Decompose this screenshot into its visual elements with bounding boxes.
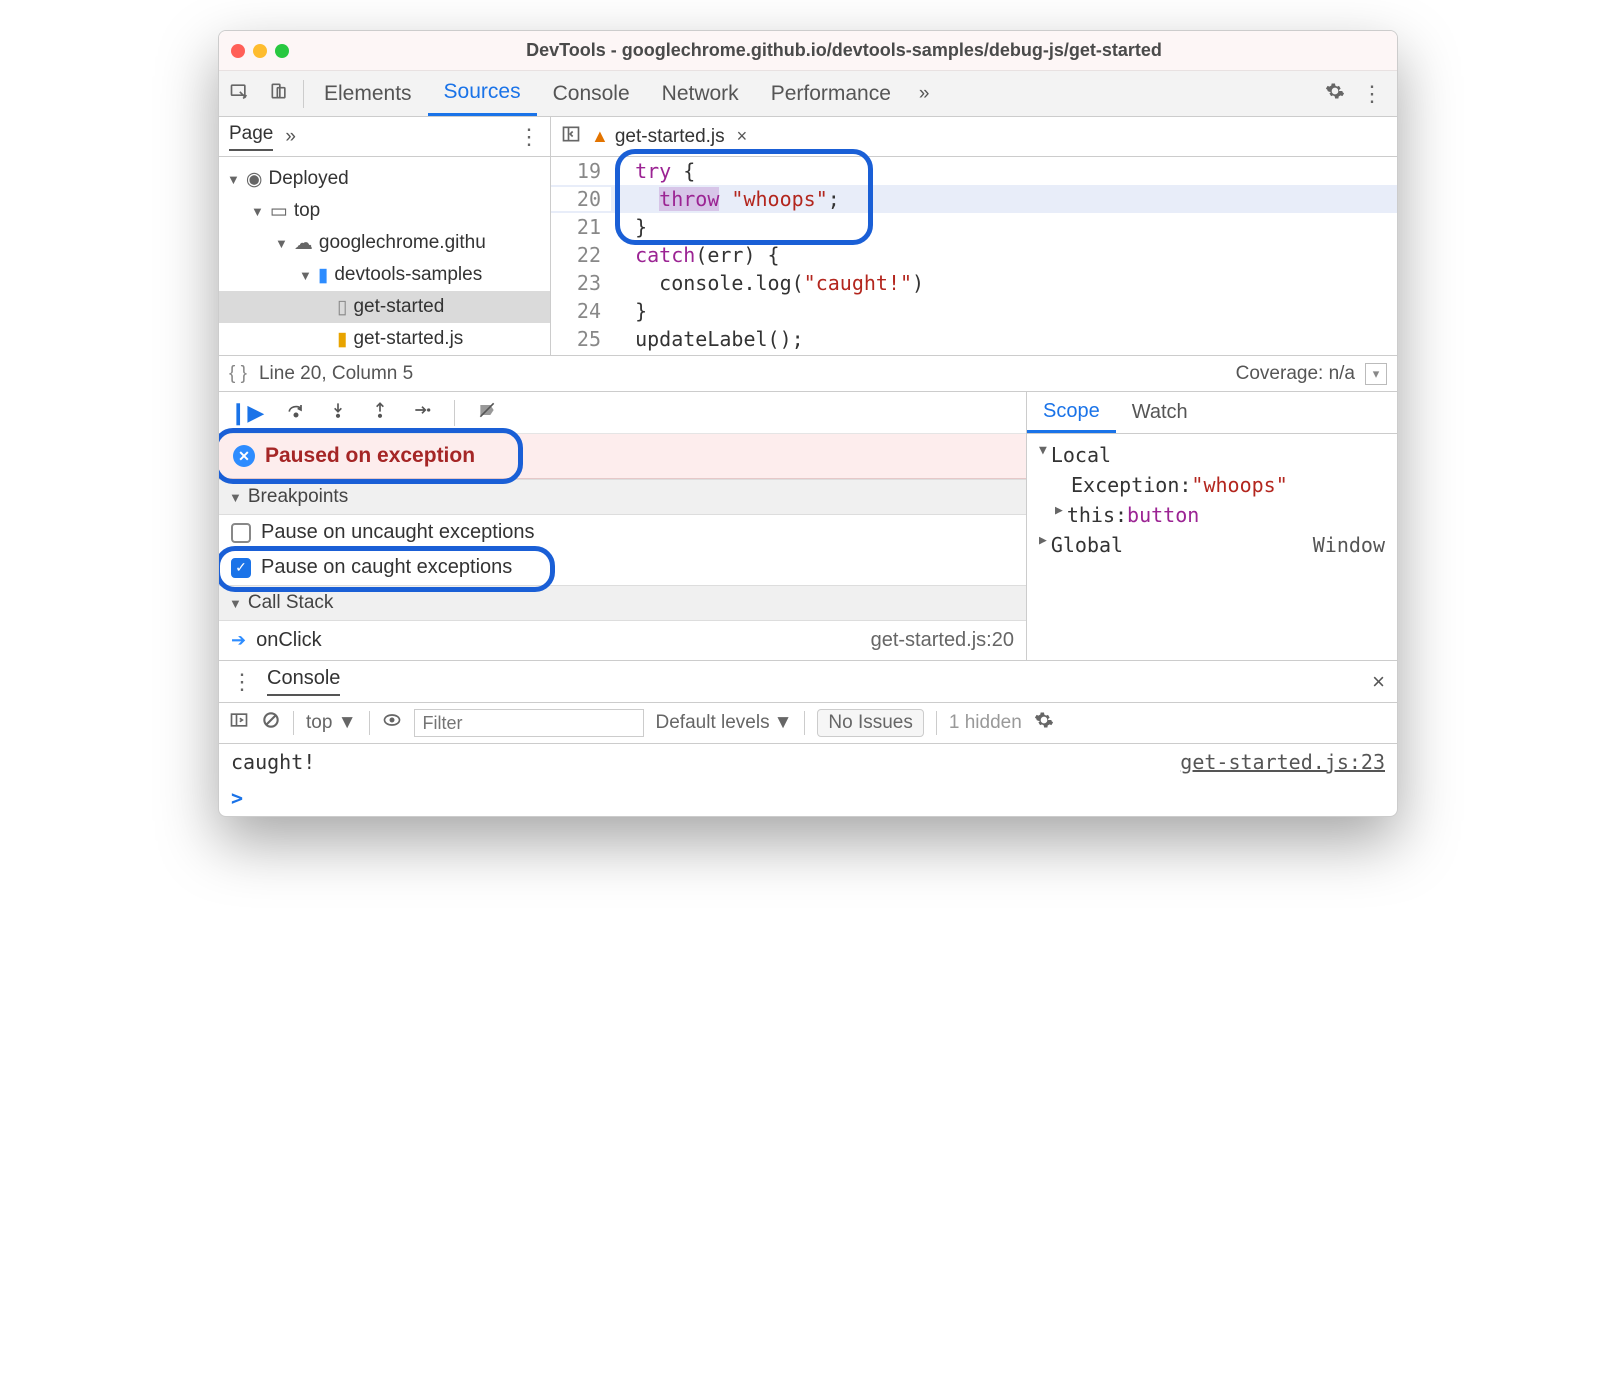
pretty-print-icon[interactable]: { } [229,363,247,385]
maximize-window-button[interactable] [275,44,289,58]
tab-elements[interactable]: Elements [308,71,428,116]
subheader-row: Page » ⋮ ▲ get-started.js × [219,117,1397,157]
live-expression-icon[interactable] [382,710,402,736]
deactivate-breakpoints-icon[interactable] [477,400,497,426]
navigator-menu-icon[interactable]: ⋮ [518,124,540,150]
paused-icon: ✕ [233,445,255,467]
editor-header: ▲ get-started.js × [551,117,1397,157]
paused-text: Paused on exception [265,444,475,468]
step-icon[interactable] [412,400,432,426]
callstack-frame[interactable]: ➔ onClick get-started.js:20 [219,621,1026,660]
debugger-row: ❙▶ ✕ Paused on exception ▼Breakpoints Pa… [219,391,1397,660]
console-toolbar: top ▼ Default levels ▼ No Issues 1 hidde… [219,702,1397,744]
tree-file-js[interactable]: ▮get-started.js [219,323,550,355]
tree-domain[interactable]: ▼☁googlechrome.githu [219,227,550,259]
separator [454,400,455,426]
console-log-row: caught! get-started.js:23 [219,744,1397,780]
file-tab-name: get-started.js [615,126,725,148]
console-output: caught! get-started.js:23 > [219,744,1397,816]
console-log-source[interactable]: get-started.js:23 [1180,750,1385,774]
context-selector[interactable]: top ▼ [306,712,357,734]
issues-button[interactable]: No Issues [817,709,923,737]
breakpoints-header[interactable]: ▼Breakpoints [219,479,1026,515]
step-over-icon[interactable] [286,400,306,426]
console-drawer-tab[interactable]: Console [267,667,340,696]
main-area: ▼◉Deployed ▼▭top ▼☁googlechrome.githu ▼▮… [219,157,1397,355]
console-settings-icon[interactable] [1034,710,1054,736]
tree-file-html[interactable]: ▯get-started [219,291,550,323]
status-dropdown-icon[interactable]: ▾ [1365,363,1387,385]
file-tab[interactable]: ▲ get-started.js × [591,126,747,148]
tab-watch[interactable]: Watch [1116,392,1204,433]
bp-caught-wrapper: ✓ Pause on caught exceptions [219,550,1026,585]
devtools-toolbar: Elements Sources Console Network Perform… [219,71,1397,117]
kebab-menu-icon[interactable]: ⋮ [1361,81,1383,107]
tab-performance[interactable]: Performance [755,71,907,116]
settings-icon[interactable] [1325,81,1345,107]
debugger-left: ❙▶ ✕ Paused on exception ▼Breakpoints Pa… [219,392,1027,660]
more-tabs-icon[interactable]: » [907,83,942,105]
scope-panel: Scope Watch ▼Local Exception: "whoops" ▶… [1027,392,1397,660]
bp-uncaught[interactable]: Pause on uncaught exceptions [219,515,1026,550]
resume-icon[interactable]: ❙▶ [229,400,264,426]
navigator-header: Page » ⋮ [219,117,551,157]
tree-top[interactable]: ▼▭top [219,195,550,227]
warning-icon: ▲ [591,126,609,147]
editor-statusbar: { } Line 20, Column 5 Coverage: n/a ▾ [219,355,1397,391]
tab-console[interactable]: Console [537,71,646,116]
tab-network[interactable]: Network [646,71,755,116]
titlebar: DevTools - googlechrome.github.io/devtoo… [219,31,1397,71]
log-levels-selector[interactable]: Default levels ▼ [656,712,793,734]
navigator-tab-page[interactable]: Page [229,123,273,151]
devtools-window: DevTools - googlechrome.github.io/devtoo… [218,30,1398,817]
tab-sources[interactable]: Sources [428,71,537,116]
console-drawer-header: ⋮ Console × [219,660,1397,702]
step-out-icon[interactable] [370,400,390,426]
console-sidebar-icon[interactable] [229,710,249,736]
separator [303,80,304,108]
device-toggle-icon[interactable] [259,81,299,107]
current-frame-icon: ➔ [231,630,246,651]
window-controls [231,44,289,58]
paused-wrapper: ✕ Paused on exception [219,434,1026,479]
console-menu-icon[interactable]: ⋮ [231,669,253,695]
tab-scope[interactable]: Scope [1027,392,1116,433]
scope-this[interactable]: ▶this: button [1031,500,1393,530]
scope-exception: Exception: "whoops" [1031,470,1393,500]
toggle-navigator-icon[interactable] [561,124,581,150]
scope-body: ▼Local Exception: "whoops" ▶this: button… [1027,434,1397,566]
close-window-button[interactable] [231,44,245,58]
paused-banner: ✕ Paused on exception [219,434,1026,479]
inspect-icon[interactable] [219,81,259,107]
minimize-window-button[interactable] [253,44,267,58]
console-prompt[interactable]: > [219,780,1397,816]
close-tab-icon[interactable]: × [737,126,748,147]
toolbar-right: ⋮ [1311,81,1397,107]
tree-folder[interactable]: ▼▮devtools-samples [219,259,550,291]
hidden-count: 1 hidden [949,712,1022,734]
checkbox-unchecked-icon[interactable] [231,523,251,543]
file-tree: ▼◉Deployed ▼▭top ▼☁googlechrome.githu ▼▮… [219,157,551,355]
navigator-more-icon[interactable]: » [273,126,308,148]
scope-global[interactable]: ▶GlobalWindow [1031,530,1393,560]
callstack-header[interactable]: ▼Call Stack [219,585,1026,621]
panel-tabs: Elements Sources Console Network Perform… [308,71,1311,116]
scope-tabs: Scope Watch [1027,392,1397,434]
cursor-position: Line 20, Column 5 [259,363,413,385]
window-title: DevTools - googlechrome.github.io/devtoo… [303,40,1385,61]
checkbox-checked-icon[interactable]: ✓ [231,558,251,578]
step-into-icon[interactable] [328,400,348,426]
code-editor[interactable]: 19 try { 20 throw "whoops"; 21 } 22 catc… [551,157,1397,355]
close-drawer-icon[interactable]: × [1372,669,1385,695]
tree-deployed[interactable]: ▼◉Deployed [219,163,550,195]
bp-caught[interactable]: ✓ Pause on caught exceptions [219,550,1026,585]
debugger-controls: ❙▶ [219,392,1026,434]
filter-input[interactable] [414,709,644,737]
scope-local[interactable]: ▼Local [1031,440,1393,470]
coverage-status: Coverage: n/a [1236,363,1355,385]
clear-console-icon[interactable] [261,710,281,736]
